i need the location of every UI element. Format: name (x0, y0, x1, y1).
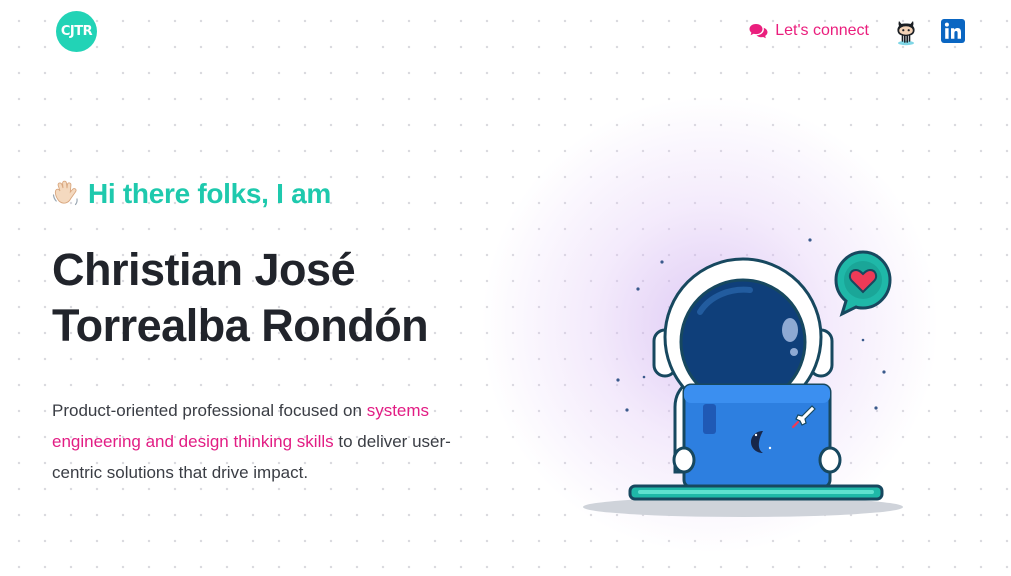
tagline: Product-oriented professional focused on… (52, 395, 492, 488)
greeting-text: Hi there folks, I am (88, 178, 331, 209)
github-octocat-icon (897, 21, 915, 46)
github-link[interactable] (895, 16, 917, 46)
linkedin-icon (941, 19, 965, 43)
chat-bubbles-icon (749, 24, 768, 39)
waving-hand-icon (52, 180, 78, 206)
page: CJTR Let's connect Hi there folks, I am … (0, 0, 1011, 576)
greeting: Hi there folks, I am (52, 178, 331, 210)
logo-text: CJTR (60, 24, 93, 39)
linkedin-link[interactable] (941, 19, 965, 43)
name-line-1: Christian José (52, 244, 356, 295)
lets-connect-label: Let's connect (775, 22, 869, 39)
astronaut-laptop-illustration (583, 238, 903, 517)
full-name-heading: Christian José Torrealba Rondón (52, 242, 429, 354)
heart-bubble-icon (834, 250, 892, 317)
lets-connect-link[interactable]: Let's connect (749, 22, 869, 40)
tagline-part-1: Product-oriented professional focused on (52, 401, 367, 420)
site-logo[interactable]: CJTR (56, 11, 97, 52)
top-nav: Let's connect (749, 16, 965, 46)
name-line-2: Torrealba Rondón (52, 300, 429, 351)
